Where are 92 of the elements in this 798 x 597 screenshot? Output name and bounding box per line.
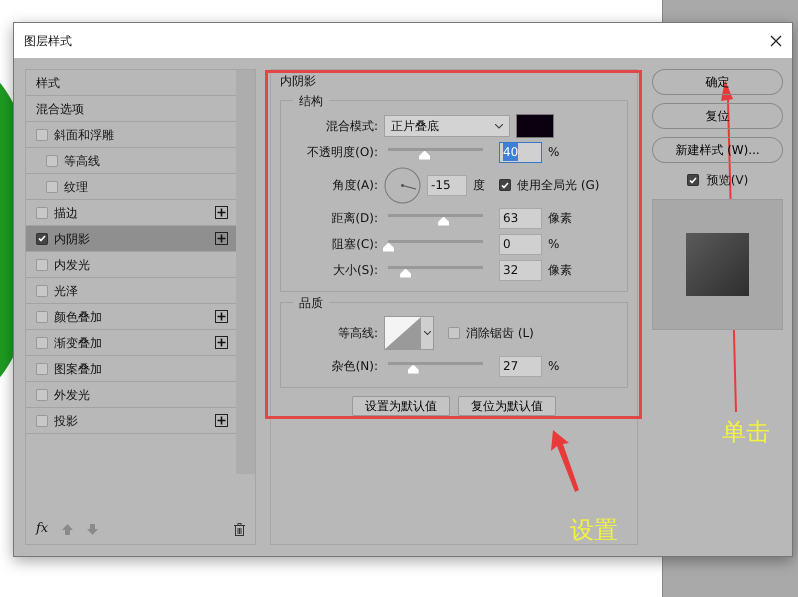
field-label: 等高线:: [336, 325, 378, 342]
angle-field[interactable]: -15: [427, 174, 467, 196]
field-label: 角度(A):: [331, 177, 378, 194]
contour-picker[interactable]: [384, 316, 434, 350]
checkbox[interactable]: [36, 258, 48, 270]
list-item[interactable]: 内发光: [26, 252, 236, 278]
list-item[interactable]: 外发光: [26, 382, 236, 408]
field-label: 混合模式:: [324, 118, 378, 135]
field-label: 杂色(N):: [330, 358, 378, 375]
blend-mode-dropdown[interactable]: 正片叠底: [384, 115, 510, 137]
list-item-label: 渐变叠加: [54, 334, 102, 352]
unit-label: 像素: [548, 262, 572, 279]
field-label: 阻塞(C):: [331, 236, 378, 253]
add-icon[interactable]: [215, 310, 228, 323]
checkbox[interactable]: [36, 336, 48, 348]
slider-thumb[interactable]: [383, 242, 394, 252]
number-field[interactable]: 40: [499, 142, 542, 162]
fx-button[interactable]: fx: [36, 519, 48, 539]
list-item[interactable]: 渐变叠加: [26, 330, 236, 356]
list-item-label: 内阴影: [54, 230, 90, 248]
list-item-label: 投影: [54, 412, 78, 430]
angle-dial[interactable]: [384, 166, 421, 204]
list-item-label: 描边: [54, 204, 78, 222]
unit-label: %: [548, 236, 560, 253]
section-title: 内阴影: [280, 74, 316, 88]
list-item[interactable]: 等高线: [26, 148, 236, 174]
color-swatch[interactable]: [516, 114, 554, 138]
checkbox[interactable]: [46, 180, 58, 192]
group-title: 结构: [293, 92, 329, 110]
list-item-label: 颜色叠加: [54, 308, 102, 326]
caret-icon: [495, 124, 503, 128]
list-item[interactable]: 投影: [26, 408, 236, 434]
slider-thumb[interactable]: [438, 216, 450, 226]
list-item[interactable]: 图案叠加: [26, 356, 236, 382]
list-item-label: 斜面和浮雕: [54, 126, 114, 144]
annotation-text: 单击: [722, 417, 770, 448]
arrow: [551, 430, 579, 492]
list-item-label: 纹理: [64, 178, 88, 196]
add-icon[interactable]: [215, 336, 228, 349]
list-item-label: 图案叠加: [54, 360, 102, 378]
unit-label: 度: [473, 177, 485, 194]
field-label: 距离(D):: [330, 210, 378, 227]
slider-thumb[interactable]: [408, 364, 419, 374]
field-label: 大小(S):: [332, 262, 378, 279]
close-icon[interactable]: [770, 34, 782, 46]
annotation-text: 设置: [570, 515, 618, 546]
slider-thumb[interactable]: [400, 268, 412, 278]
number-field[interactable]: 0: [499, 234, 542, 254]
unit-label: %: [548, 144, 560, 161]
group-title: 品质: [293, 294, 329, 312]
checkbox[interactable]: [36, 128, 48, 140]
number-field[interactable]: 63: [499, 208, 542, 228]
default-button[interactable]: 复位为默认值: [458, 396, 556, 416]
list-item[interactable]: 光泽: [26, 278, 236, 304]
checkbox-label: 使用全局光 (G): [517, 177, 600, 194]
checkbox[interactable]: [36, 206, 48, 218]
add-icon[interactable]: [215, 206, 228, 219]
caret-icon: [424, 331, 430, 335]
number-field[interactable]: 27: [499, 356, 542, 376]
up-arrow-icon[interactable]: [62, 524, 74, 534]
checkbox[interactable]: [36, 284, 48, 296]
number-field[interactable]: 32: [499, 260, 542, 280]
preview-thumbnail: [686, 233, 749, 296]
checkbox[interactable]: [36, 388, 48, 400]
list-item[interactable]: 颜色叠加: [26, 304, 236, 330]
checkbox[interactable]: [448, 327, 460, 339]
list-item-label: 内发光: [54, 256, 90, 274]
add-icon[interactable]: [215, 414, 228, 427]
checkbox[interactable]: [686, 174, 699, 186]
checkbox[interactable]: [36, 310, 48, 322]
add-icon[interactable]: [215, 232, 228, 245]
checkbox[interactable]: [46, 154, 58, 166]
list-item[interactable]: 斜面和浮雕: [26, 122, 236, 148]
unit-label: %: [548, 358, 560, 375]
scrollbar[interactable]: [236, 70, 255, 474]
checkbox[interactable]: [36, 232, 48, 244]
checkbox[interactable]: [36, 362, 48, 374]
list-item-label: 等高线: [64, 152, 100, 170]
slider-thumb[interactable]: [419, 150, 430, 160]
checkbox[interactable]: [36, 414, 48, 426]
checkbox[interactable]: [499, 179, 511, 191]
down-arrow-icon[interactable]: [87, 524, 98, 534]
default-button[interactable]: 设置为默认值: [352, 396, 450, 416]
trash-icon[interactable]: [234, 522, 245, 536]
field-label: 不透明度(O):: [306, 144, 378, 161]
list-item-label: 光泽: [54, 282, 78, 300]
checkbox-label: 消除锯齿 (L): [466, 325, 534, 342]
list-item-label: 外发光: [54, 386, 90, 404]
list-item[interactable]: 纹理: [26, 174, 236, 200]
window-title: 图层样式: [24, 32, 72, 50]
unit-label: 像素: [548, 210, 572, 227]
list-item[interactable]: 内阴影: [26, 226, 236, 252]
